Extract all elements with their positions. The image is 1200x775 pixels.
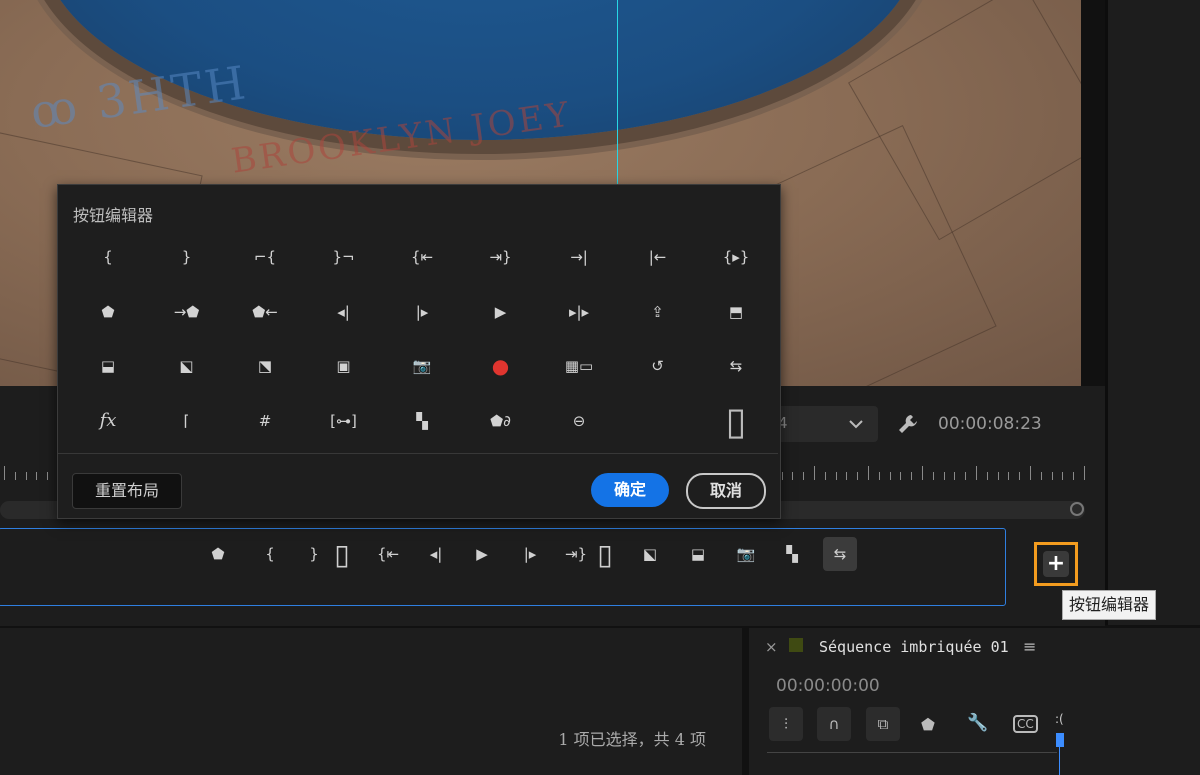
timeline-panel: × Séquence imbriquée 01 ≡ 00:00:00:00 ⫶ … bbox=[749, 628, 1200, 775]
go-to-out-icon[interactable]: ⇥} bbox=[464, 235, 538, 279]
add-marker-icon[interactable]: ⬟ bbox=[71, 290, 145, 334]
extract-icon[interactable]: ⬓ bbox=[71, 344, 145, 388]
vr-video-icon[interactable]: ⊖ bbox=[542, 399, 616, 443]
divider bbox=[58, 453, 778, 454]
extract-icon[interactable]: ⬓ bbox=[681, 537, 715, 571]
overwrite-icon[interactable]: ⬒ bbox=[699, 290, 773, 334]
step-back-icon[interactable]: ◂| bbox=[307, 290, 381, 334]
play-around-icon[interactable]: ▸|▸ bbox=[542, 290, 616, 334]
wrench-icon[interactable]: 🔧 bbox=[967, 713, 988, 733]
step-forward-icon[interactable]: |▸ bbox=[513, 537, 547, 571]
selection-status: 1 项已选择，共 4 项 bbox=[558, 730, 706, 749]
output-icon[interactable]: ⌈ bbox=[150, 399, 224, 443]
go-to-next-marker-icon[interactable]: →⬟ bbox=[150, 290, 224, 334]
wrench-icon[interactable] bbox=[897, 413, 919, 435]
time-ruler-label: :( bbox=[1055, 712, 1064, 726]
plus-icon: + bbox=[1043, 551, 1069, 577]
mark-in-icon[interactable]: { bbox=[253, 537, 287, 571]
add-marker-icon[interactable]: ⬟ bbox=[201, 537, 235, 571]
comparison-view-icon[interactable]: ⇆ bbox=[699, 344, 773, 388]
go-to-in-icon[interactable]: {⇤ bbox=[385, 235, 459, 279]
button-editor-dialog: 按钮编辑器 {} ⌐{}¬ {⇤ ⇥} →| |← {▸} ⬟ →⬟ ⬟← ◂| |▸ ▶ ▸|▸ ⇪ ⬒ ⬓ ⬕… bbox=[57, 184, 781, 519]
marker-link-icon[interactable]: ⬟∂ bbox=[464, 399, 538, 443]
linked-selection-icon[interactable]: ⧉ bbox=[866, 707, 900, 741]
button-editor-button[interactable]: + bbox=[1034, 542, 1078, 586]
play-in-to-out-icon[interactable]: {▸} bbox=[699, 235, 773, 279]
export-frame-icon[interactable]: ⇪ bbox=[621, 290, 695, 334]
play-icon[interactable]: ▶ bbox=[464, 290, 538, 334]
spacer-icon[interactable]: ▯ bbox=[699, 399, 773, 443]
reset-layout-button[interactable]: 重置布局 bbox=[72, 473, 182, 509]
zoom-handle[interactable] bbox=[1070, 502, 1084, 516]
clear-in-icon[interactable]: ⌐{ bbox=[228, 235, 302, 279]
step-back-icon[interactable]: ◂| bbox=[419, 537, 453, 571]
step-forward-icon[interactable]: |▸ bbox=[385, 290, 459, 334]
step-forward-edit-icon[interactable]: →| bbox=[542, 235, 616, 279]
multi-camera-icon[interactable]: ▦▭ bbox=[542, 344, 616, 388]
right-panel bbox=[1105, 0, 1200, 625]
proxy-toggle-icon[interactable]: ▚ bbox=[775, 537, 809, 571]
dialog-title: 按钮编辑器 bbox=[73, 206, 154, 225]
fit-dropdown[interactable]: 4 bbox=[770, 406, 878, 442]
trim-icon[interactable]: ⬔ bbox=[228, 344, 302, 388]
step-back-edit-icon[interactable]: |← bbox=[621, 235, 695, 279]
camera-icon[interactable]: 📷 bbox=[385, 344, 459, 388]
cancel-button[interactable]: 取消 bbox=[686, 473, 766, 509]
spacer-icon: ▯ bbox=[334, 537, 350, 571]
loop-icon[interactable]: ↺ bbox=[621, 344, 695, 388]
proxy-toggle-icon[interactable]: ▚ bbox=[385, 399, 459, 443]
mark-out-icon[interactable]: } bbox=[297, 537, 331, 571]
chevron-down-icon bbox=[849, 420, 863, 429]
captions-icon[interactable]: CC bbox=[1013, 715, 1038, 733]
go-to-previous-marker-icon[interactable]: ⬟← bbox=[228, 290, 302, 334]
lift-icon[interactable]: ⬕ bbox=[150, 344, 224, 388]
panel-menu-icon[interactable]: ≡ bbox=[1023, 637, 1036, 656]
ok-button[interactable]: 确定 bbox=[591, 473, 669, 507]
play-icon[interactable]: ▶ bbox=[465, 537, 499, 571]
playhead-line bbox=[1059, 747, 1060, 775]
sequence-color-swatch bbox=[789, 638, 803, 652]
mark-out-icon[interactable]: } bbox=[150, 235, 224, 279]
playhead[interactable] bbox=[1056, 733, 1064, 747]
project-panel: 1 项已选择，共 4 项 bbox=[0, 628, 742, 775]
camera-icon[interactable]: 📷 bbox=[729, 537, 763, 571]
spacer-icon: ▯ bbox=[597, 537, 613, 571]
sequence-timecode[interactable]: 00:00:00:00 bbox=[776, 676, 880, 696]
fx-icon[interactable]: fx bbox=[71, 399, 145, 443]
go-to-in-icon[interactable]: {⇤ bbox=[371, 537, 405, 571]
record-icon[interactable]: ● bbox=[464, 344, 538, 388]
snap-icon[interactable]: ∩ bbox=[817, 707, 851, 741]
comparison-view-icon[interactable]: ⇆ bbox=[823, 537, 857, 571]
sequence-tab-title[interactable]: Séquence imbriquée 01 bbox=[819, 638, 1009, 656]
transport-button-bar: ⬟{} ▯ {⇤ ◂| ▶ |▸ ⇥} ▯ ⬕ ⬓ 📷 ▚ ⇆ bbox=[0, 528, 1006, 606]
tooltip: 按钮编辑器 bbox=[1062, 590, 1157, 620]
add-marker-icon[interactable]: ⬟ bbox=[921, 715, 935, 734]
playhead-timecode[interactable]: 00:00:08:23 bbox=[938, 414, 1042, 434]
grid-icon[interactable]: # bbox=[228, 399, 302, 443]
clear-out-icon[interactable]: }¬ bbox=[307, 235, 381, 279]
go-to-out-icon[interactable]: ⇥} bbox=[559, 537, 593, 571]
lift-icon[interactable]: ⬕ bbox=[633, 537, 667, 571]
mark-in-icon[interactable]: { bbox=[71, 235, 145, 279]
safe-margins-icon[interactable]: ▣ bbox=[307, 344, 381, 388]
track-divider bbox=[767, 752, 1057, 753]
insert-nested-icon[interactable]: ⫶ bbox=[769, 707, 803, 741]
transmit-icon[interactable]: [⊶] bbox=[307, 399, 381, 443]
blank-space-icon bbox=[621, 399, 695, 443]
close-icon[interactable]: × bbox=[765, 638, 778, 656]
